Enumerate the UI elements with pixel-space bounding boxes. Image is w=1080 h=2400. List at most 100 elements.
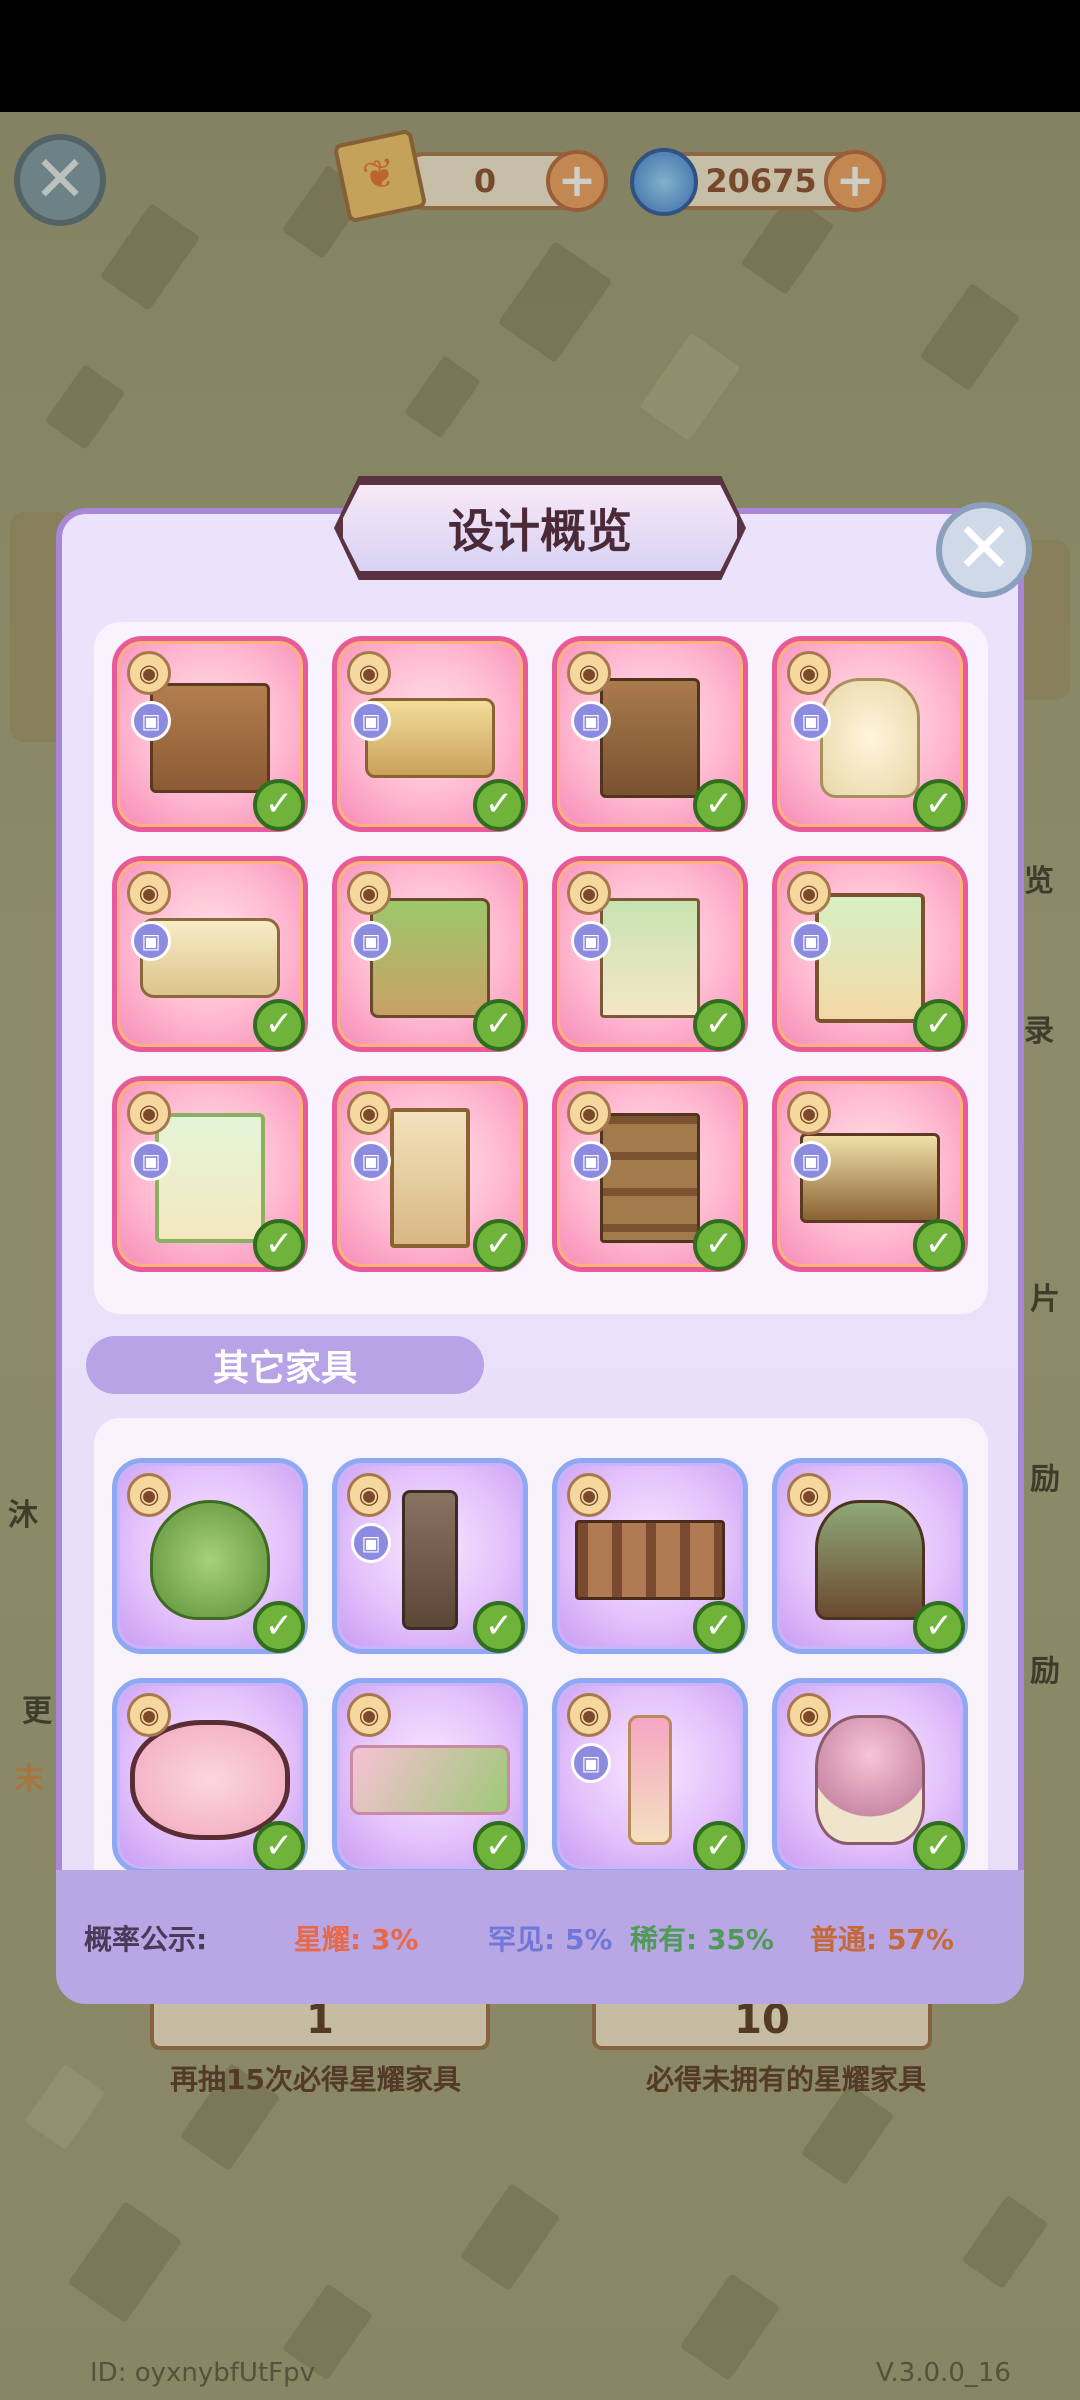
furniture-card[interactable]: ◉ ✓ [112, 1458, 308, 1654]
candle-icon [628, 1714, 672, 1845]
preview-eye-icon[interactable]: ◉ [567, 871, 611, 915]
preview-eye-icon[interactable]: ◉ [787, 1091, 831, 1135]
bunk-bed-icon [370, 897, 490, 1018]
preview-eye-icon[interactable]: ◉ [347, 1473, 391, 1517]
owned-check-icon: ✓ [913, 1601, 965, 1653]
furniture-card[interactable]: ◉ ▣ ✓ [332, 1458, 528, 1654]
owned-check-icon: ✓ [473, 1219, 525, 1271]
owned-check-icon: ✓ [473, 999, 525, 1051]
set-badge-icon: ▣ [791, 701, 831, 741]
owned-check-icon: ✓ [253, 999, 305, 1051]
wooden-screen-icon [575, 1519, 725, 1600]
furniture-card[interactable]: ◉ ✓ [332, 1678, 528, 1874]
furniture-card[interactable]: ◉ ▣ ✓ [112, 1076, 308, 1272]
probability-rare: 罕见: 5% [488, 1923, 613, 1956]
set-badge-icon: ▣ [571, 701, 611, 741]
preview-eye-icon[interactable]: ◉ [567, 651, 611, 695]
furniture-card[interactable]: ◉ ▣ ✓ [552, 1076, 748, 1272]
owned-check-icon: ✓ [473, 1821, 525, 1873]
set-badge-icon: ▣ [351, 1141, 391, 1181]
status-bar [0, 0, 1080, 112]
preview-eye-icon[interactable]: ◉ [127, 1473, 171, 1517]
preview-eye-icon[interactable]: ◉ [127, 1693, 171, 1737]
easel-icon [600, 897, 700, 1018]
set-badge-icon: ▣ [131, 921, 171, 961]
owned-check-icon: ✓ [253, 1601, 305, 1653]
modal-title: 设计概览 [338, 480, 742, 576]
furniture-card[interactable]: ◉ ✓ [112, 1678, 308, 1874]
preview-eye-icon[interactable]: ◉ [567, 1473, 611, 1517]
owned-check-icon: ✓ [913, 1821, 965, 1873]
set-badge-icon: ▣ [791, 921, 831, 961]
furniture-card[interactable]: ◉ ▣ ✓ [552, 856, 748, 1052]
probability-common: 普通: 57% [810, 1923, 954, 1956]
furniture-card[interactable]: ◉ ▣ ✓ [112, 856, 308, 1052]
preview-eye-icon[interactable]: ◉ [127, 1091, 171, 1135]
design-items-grid: ◉ ▣ ✓ ◉ ▣ ✓ ◉ ▣ ✓ ◉ ▣ ✓ ◉ ▣ ✓ ◉ ▣ ✓ ◉ ▣ … [112, 636, 968, 1272]
preview-eye-icon[interactable]: ◉ [787, 651, 831, 695]
preview-eye-icon[interactable]: ◉ [567, 1693, 611, 1737]
set-badge-icon: ▣ [131, 701, 171, 741]
set-badge-icon: ▣ [351, 701, 391, 741]
owned-check-icon: ✓ [913, 999, 965, 1051]
set-badge-icon: ▣ [571, 921, 611, 961]
furniture-card[interactable]: ◉ ✓ [772, 1458, 968, 1654]
owned-check-icon: ✓ [693, 1219, 745, 1271]
furniture-card[interactable]: ◉ ▣ ✓ [552, 1678, 748, 1874]
window-nook-icon [815, 892, 925, 1023]
preview-eye-icon[interactable]: ◉ [567, 1091, 611, 1135]
other-furniture-header: 其它家具 [86, 1336, 484, 1394]
preview-eye-icon[interactable]: ◉ [347, 651, 391, 695]
furniture-card[interactable]: ◉ ✓ [552, 1458, 748, 1654]
owned-check-icon: ✓ [473, 779, 525, 831]
modal-title-text: 设计概览 [448, 504, 632, 558]
owned-check-icon: ✓ [693, 999, 745, 1051]
set-badge-icon: ▣ [571, 1141, 611, 1181]
owned-check-icon: ✓ [913, 779, 965, 831]
owned-check-icon: ✓ [693, 1821, 745, 1873]
set-badge-icon: ▣ [351, 1523, 391, 1563]
set-badge-icon: ▣ [791, 1141, 831, 1181]
furniture-card[interactable]: ◉ ▣ ✓ [332, 1076, 528, 1272]
owned-check-icon: ✓ [253, 1821, 305, 1873]
owned-check-icon: ✓ [693, 1601, 745, 1653]
tree-icon [150, 1499, 270, 1620]
preview-eye-icon[interactable]: ◉ [127, 871, 171, 915]
preview-eye-icon[interactable]: ◉ [787, 1473, 831, 1517]
preview-eye-icon[interactable]: ◉ [347, 1693, 391, 1737]
preview-eye-icon[interactable]: ◉ [127, 651, 171, 695]
preview-eye-icon[interactable]: ◉ [787, 1693, 831, 1737]
owned-check-icon: ✓ [473, 1601, 525, 1653]
furniture-card[interactable]: ◉ ▣ ✓ [112, 636, 308, 832]
folding-fan-icon [815, 1499, 925, 1620]
modal-close-button[interactable]: ✕ [936, 502, 1032, 598]
set-badge-icon: ▣ [131, 1141, 171, 1181]
furniture-card[interactable]: ◉ ▣ ✓ [332, 636, 528, 832]
armchair-icon [820, 677, 920, 798]
desk-hutch-icon [150, 682, 270, 793]
probability-star: 星耀: 3% [294, 1923, 419, 1956]
owned-check-icon: ✓ [913, 1219, 965, 1271]
other-furniture-label: 其它家具 [212, 1348, 357, 1389]
doorway-icon [390, 1107, 470, 1248]
furniture-card[interactable]: ◉ ▣ ✓ [772, 856, 968, 1052]
probability-label: 概率公示: [84, 1923, 208, 1956]
owned-check-icon: ✓ [253, 1219, 305, 1271]
bookshelf-icon [600, 1112, 700, 1243]
furniture-card[interactable]: ◉ ✓ [772, 1678, 968, 1874]
blossom-vase-icon [815, 1714, 925, 1845]
kitchen-cabinet-icon [600, 677, 700, 798]
furniture-card[interactable]: ◉ ▣ ✓ [772, 1076, 968, 1272]
flower-window-icon [155, 1112, 265, 1243]
preview-eye-icon[interactable]: ◉ [347, 871, 391, 915]
sakura-carpet-icon [350, 1744, 510, 1815]
preview-eye-icon[interactable]: ◉ [787, 871, 831, 915]
furniture-card[interactable]: ◉ ▣ ✓ [332, 856, 528, 1052]
other-items-grid: ◉ ✓ ◉ ▣ ✓ ◉ ✓ ◉ ✓ ◉ ✓ ◉ ✓ ◉ ▣ ✓ ◉ ✓ [112, 1458, 968, 1874]
set-badge-icon: ▣ [571, 1743, 611, 1783]
furniture-card[interactable]: ◉ ▣ ✓ [552, 636, 748, 832]
furniture-card[interactable]: ◉ ▣ ✓ [772, 636, 968, 832]
preview-eye-icon[interactable]: ◉ [347, 1091, 391, 1135]
owned-check-icon: ✓ [253, 779, 305, 831]
close-icon: ✕ [954, 507, 1014, 589]
